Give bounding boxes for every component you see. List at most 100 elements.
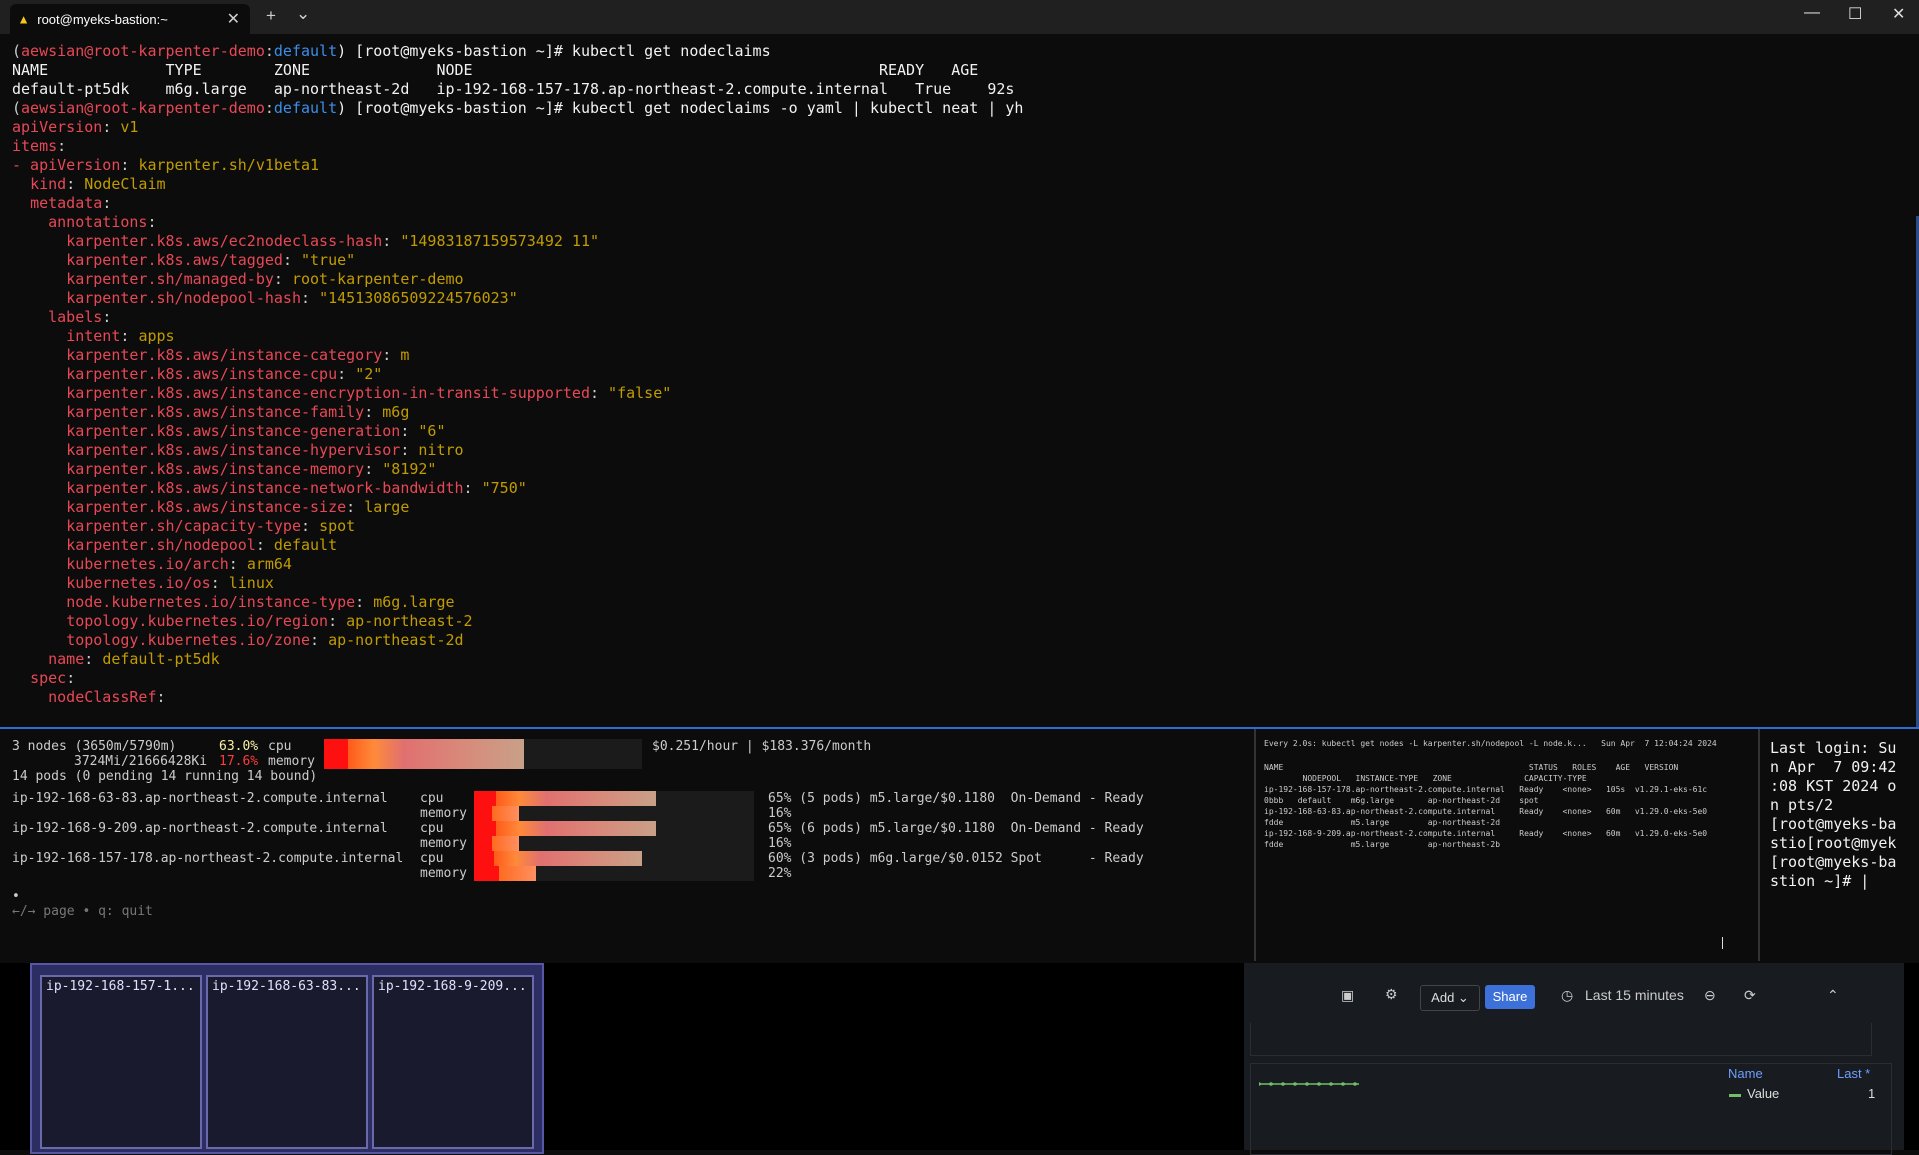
node-mem-bar	[474, 806, 754, 821]
node-name: ip-192-168-9-209.ap-northeast-2.compute.…	[12, 821, 388, 836]
new-tab-button[interactable]: +	[266, 6, 276, 26]
panel-row	[1250, 1023, 1872, 1056]
watch-line: fdde m5.large ap-northeast-2d	[1264, 818, 1501, 827]
node-mem-label: memory	[420, 866, 467, 881]
yaml-line: items:	[12, 137, 67, 155]
minimize-button[interactable]: —	[1804, 4, 1820, 22]
watch-line: NAME STATUS ROLES AGE VERSION	[1264, 763, 1679, 772]
watch-line: fdde m5.large ap-northeast-2b	[1264, 840, 1501, 849]
yaml-line: karpenter.k8s.aws/instance-encryption-in…	[66, 384, 672, 402]
node-cpu-bar	[474, 851, 754, 866]
summary-mem-pct: 17.6%	[219, 754, 259, 769]
node-cpu-label: cpu	[420, 851, 444, 866]
node-mem-bar	[474, 836, 754, 851]
node-cpu-label: cpu	[420, 791, 444, 806]
login-line: Last login: Su	[1770, 739, 1897, 757]
watch-header: Every 2.0s: kubectl get nodes -L karpent…	[1264, 739, 1717, 748]
save-icon[interactable]: ▣	[1341, 987, 1354, 1004]
node-card-title: ip-192-168-9-209...	[378, 979, 527, 994]
summary-cpu-bar	[324, 739, 642, 769]
summary-cpu-label: cpu	[268, 739, 292, 754]
time-range-picker[interactable]: Last 15 minutes	[1585, 987, 1684, 1003]
shell-pane[interactable]: Last login: Su n Apr 7 09:42:08 KST 2024 …	[1758, 729, 1919, 961]
summary-cpu-pct: 63.0%	[219, 739, 259, 754]
help-text: ←/→ page • q: quit	[12, 904, 153, 919]
login-line: n Apr 7 09:42	[1770, 758, 1897, 776]
legend-value: 1	[1868, 1086, 1876, 1101]
yaml-line: karpenter.k8s.aws/instance-generation: "…	[66, 422, 446, 440]
node-mem-label: memory	[420, 836, 467, 851]
yaml-line: karpenter.sh/nodepool: default	[66, 536, 338, 554]
prompt-line-2: (aewsian@root-karpenter-demo:default) [r…	[12, 99, 1024, 117]
node-mem-pct: 16%	[768, 806, 792, 821]
zoom-out-icon[interactable]: ⊖	[1704, 987, 1716, 1004]
yaml-line: karpenter.k8s.aws/instance-cpu: "2"	[66, 365, 383, 383]
yaml-line: intent: apps	[66, 327, 175, 345]
yaml-line: karpenter.k8s.aws/instance-hypervisor: n…	[66, 441, 464, 459]
node-card[interactable]: ip-192-168-157-1...	[40, 975, 202, 1149]
yaml-line: kubernetes.io/os: linux	[66, 574, 274, 592]
yaml-line: annotations:	[48, 213, 157, 231]
node-card-title: ip-192-168-157-1...	[46, 979, 195, 994]
main-terminal[interactable]: (aewsian@root-karpenter-demo:default) [r…	[4, 36, 1919, 776]
tab-close-icon[interactable]: ✕	[227, 9, 240, 29]
node-mem-pct: 22%	[768, 866, 792, 881]
node-cpu-status: 65% (5 pods) m5.large/$0.1180 On-Demand …	[768, 791, 1144, 806]
watch-pane[interactable]: Every 2.0s: kubectl get nodes -L karpent…	[1254, 729, 1758, 961]
yaml-line: spec:	[30, 669, 76, 687]
yaml-line: kubernetes.io/arch: arm64	[66, 555, 292, 573]
node-card[interactable]: ip-192-168-9-209...	[372, 975, 534, 1149]
yaml-line: labels:	[48, 308, 112, 326]
node-card[interactable]: ip-192-168-63-83...	[206, 975, 368, 1149]
add-button[interactable]: Add ⌄	[1420, 985, 1480, 1011]
maximize-button[interactable]: ☐	[1848, 4, 1862, 24]
legend-last-header[interactable]: Last *	[1837, 1066, 1870, 1081]
nodeclaims-table-header: NAME TYPE ZONE NODE READY AGE	[12, 61, 979, 79]
tab-dropdown-button[interactable]: ⌄	[296, 4, 310, 24]
login-line: :08 KST 2024 o	[1770, 777, 1897, 795]
gear-icon[interactable]: ⚙	[1385, 986, 1398, 1003]
watch-line: ip-192-168-63-83.ap-northeast-2.compute.…	[1264, 807, 1708, 816]
text-cursor	[1722, 937, 1723, 949]
yaml-line: karpenter.k8s.aws/instance-category: m	[66, 346, 410, 364]
yaml-line: karpenter.sh/managed-by: root-karpenter-…	[66, 270, 464, 288]
close-window-button[interactable]: ✕	[1892, 4, 1905, 24]
yaml-line: topology.kubernetes.io/zone: ap-northeas…	[66, 631, 464, 649]
yaml-line: karpenter.k8s.aws/ec2nodeclass-hash: "14…	[66, 232, 600, 250]
node-name: ip-192-168-63-83.ap-northeast-2.compute.…	[12, 791, 388, 806]
summary-memory: 3724Mi/21666428Ki	[74, 754, 208, 769]
node-card-title: ip-192-168-63-83...	[212, 979, 361, 994]
yaml-line: topology.kubernetes.io/region: ap-northe…	[66, 612, 473, 630]
summary-nodes: 3 nodes (3650m/5790m)	[12, 739, 177, 754]
yaml-line: apiVersion: v1	[12, 118, 139, 136]
terminal-tab[interactable]: ▲ root@myeks-bastion:~ ✕	[10, 4, 250, 34]
yaml-line: - apiVersion: karpenter.sh/v1beta1	[12, 156, 320, 174]
summary-mem-label: memory	[268, 754, 315, 769]
yaml-line: karpenter.k8s.aws/instance-memory: "8192…	[66, 460, 437, 478]
clock-icon: ◷	[1561, 987, 1574, 1003]
yaml-line: kind: NodeClaim	[30, 175, 166, 193]
legend-name-header[interactable]: Name	[1728, 1066, 1763, 1081]
login-line: stio[root@myek	[1770, 834, 1897, 852]
collapse-icon[interactable]: ⌃	[1827, 987, 1839, 1004]
node-cpu-status: 60% (3 pods) m6g.large/$0.0152 Spot - Re…	[768, 851, 1144, 866]
pods-summary: 14 pods (0 pending 14 running 14 bound)	[12, 769, 318, 784]
node-mem-bar	[474, 866, 754, 881]
graph-panel: Name Last * Value 1	[1250, 1063, 1892, 1155]
login-line: [root@myeks-ba	[1770, 815, 1897, 833]
prompt-line-1: (aewsian@root-karpenter-demo:default) [r…	[12, 42, 771, 60]
yaml-line: karpenter.k8s.aws/instance-size: large	[66, 498, 410, 516]
watch-line: ip-192-168-9-209.ap-northeast-2.compute.…	[1264, 829, 1708, 838]
login-line: n pts/2	[1770, 796, 1834, 814]
yaml-line: karpenter.k8s.aws/instance-network-bandw…	[66, 479, 527, 497]
watch-line: NODEPOOL INSTANCE-TYPE ZONE CAPACITY-TYP…	[1264, 774, 1587, 783]
eks-node-viewer-pane[interactable]: 3 nodes (3650m/5790m) 63.0% cpu 3724Mi/2…	[4, 729, 1252, 961]
refresh-icon[interactable]: ⟳	[1744, 987, 1756, 1004]
watch-line: ip-192-168-157-178.ap-northeast-2.comput…	[1264, 785, 1708, 794]
share-button[interactable]: Share	[1485, 985, 1535, 1009]
node-mem-label: memory	[420, 806, 467, 821]
login-line: stion ~]# |	[1770, 872, 1870, 890]
node-name: ip-192-168-157-178.ap-northeast-2.comput…	[12, 851, 404, 866]
legend-series[interactable]: Value	[1747, 1086, 1779, 1101]
node-cpu-label: cpu	[420, 821, 444, 836]
